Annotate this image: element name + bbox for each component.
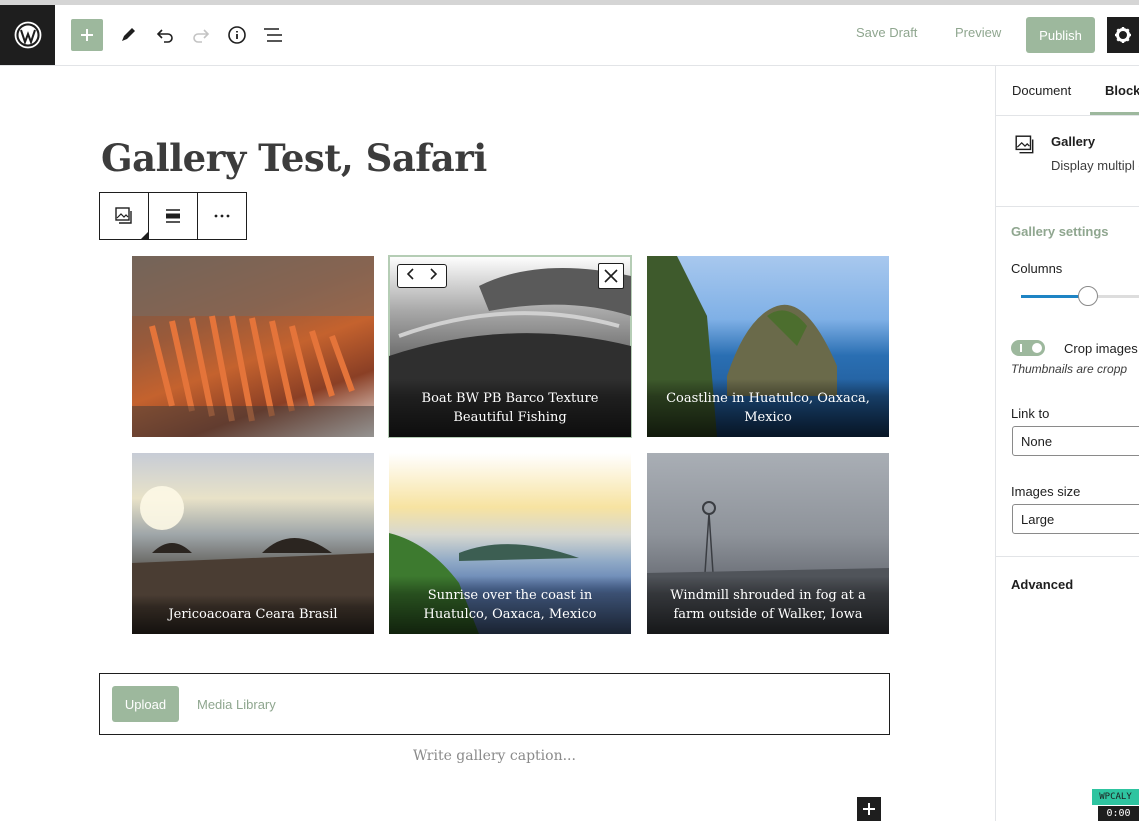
- save-draft-button[interactable]: Save Draft: [856, 25, 917, 40]
- post-title[interactable]: Gallery Test, Safari: [101, 136, 487, 180]
- edit-pencil-icon[interactable]: [112, 19, 144, 51]
- settings-sidebar: Document Block Gallery Display multipl g…: [995, 66, 1139, 821]
- images-size-label: Images size: [1011, 484, 1081, 499]
- more-options-icon[interactable]: [198, 193, 246, 239]
- link-to-label: Link to: [1011, 406, 1050, 421]
- advanced-panel-toggle[interactable]: Advanced: [1011, 577, 1073, 592]
- divider: [996, 556, 1139, 557]
- block-card-title: Gallery: [1051, 134, 1096, 149]
- gallery-image-jericoacoara[interactable]: Jericoacoara Ceara Brasil: [132, 453, 374, 634]
- gallery-image-sunrise[interactable]: Sunrise over the coast in Huatulco, Oaxa…: [389, 453, 631, 634]
- move-right-icon[interactable]: [430, 267, 438, 285]
- images-size-select[interactable]: Large: [1012, 504, 1139, 534]
- columns-label: Columns: [1011, 261, 1063, 276]
- gallery-uploader: Upload Media Library: [99, 673, 890, 735]
- link-to-select[interactable]: None: [1012, 426, 1139, 456]
- media-library-button[interactable]: Media Library: [197, 697, 276, 712]
- info-icon[interactable]: [221, 19, 253, 51]
- block-card-description: Display multipl gallery.: [1051, 158, 1139, 173]
- settings-gear-icon[interactable]: [1107, 17, 1139, 53]
- crop-help-text: Thumbnails are cropp: [1011, 362, 1128, 376]
- watermark-badge: WPCALY: [1092, 789, 1139, 805]
- crop-images-toggle[interactable]: [1011, 340, 1045, 356]
- divider: [996, 115, 1139, 116]
- gallery-caption-input[interactable]: Write gallery caption...: [99, 748, 890, 764]
- redo-icon[interactable]: [185, 19, 217, 51]
- add-block-inline-icon[interactable]: [857, 797, 881, 821]
- gallery-settings-panel-toggle[interactable]: Gallery settings: [1011, 224, 1109, 239]
- gallery-image-coral[interactable]: [132, 256, 374, 437]
- divider: [996, 206, 1139, 207]
- upload-button[interactable]: Upload: [112, 686, 179, 722]
- block-toolbar: [99, 192, 247, 240]
- columns-slider-thumb[interactable]: [1078, 286, 1098, 306]
- gallery-image-boat[interactable]: Boat BW PB Barco Texture Beautiful Fishi…: [388, 255, 632, 438]
- remove-image-close-icon[interactable]: [598, 263, 624, 289]
- block-navigation-icon[interactable]: [257, 19, 289, 51]
- wordpress-logo-icon[interactable]: [0, 5, 55, 65]
- move-left-icon[interactable]: [406, 267, 414, 285]
- gallery-image-windmill[interactable]: Windmill shrouded in fog at a farm outsi…: [647, 453, 889, 634]
- gallery-image-coastline[interactable]: Coastline in Huatulco, Oaxaca, Mexico: [647, 256, 889, 437]
- gallery-item-caption[interactable]: Windmill shrouded in fog at a farm outsi…: [647, 576, 889, 634]
- recording-timer: 0:00: [1098, 806, 1139, 821]
- gallery-block-icon: [1014, 134, 1038, 158]
- editor-header: Save Draft Preview Publish: [0, 5, 1139, 66]
- move-item-controls[interactable]: [397, 264, 447, 288]
- gallery-item-caption[interactable]: Coastline in Huatulco, Oaxaca, Mexico: [647, 379, 889, 437]
- preview-button[interactable]: Preview: [955, 25, 1001, 40]
- gallery-item-caption[interactable]: Jericoacoara Ceara Brasil: [132, 595, 374, 634]
- crop-images-label: Crop images: [1064, 341, 1138, 356]
- align-icon[interactable]: [149, 193, 198, 239]
- tab-block[interactable]: Block: [1105, 83, 1139, 98]
- gallery-item-caption[interactable]: Sunrise over the coast in Huatulco, Oaxa…: [389, 576, 631, 634]
- gallery-item-caption[interactable]: Boat BW PB Barco Texture Beautiful Fishi…: [389, 379, 631, 437]
- publish-button[interactable]: Publish: [1026, 17, 1095, 53]
- block-type-gallery-icon[interactable]: [100, 193, 149, 239]
- add-block-button[interactable]: [71, 19, 103, 51]
- undo-icon[interactable]: [149, 19, 181, 51]
- tab-document[interactable]: Document: [1012, 83, 1071, 98]
